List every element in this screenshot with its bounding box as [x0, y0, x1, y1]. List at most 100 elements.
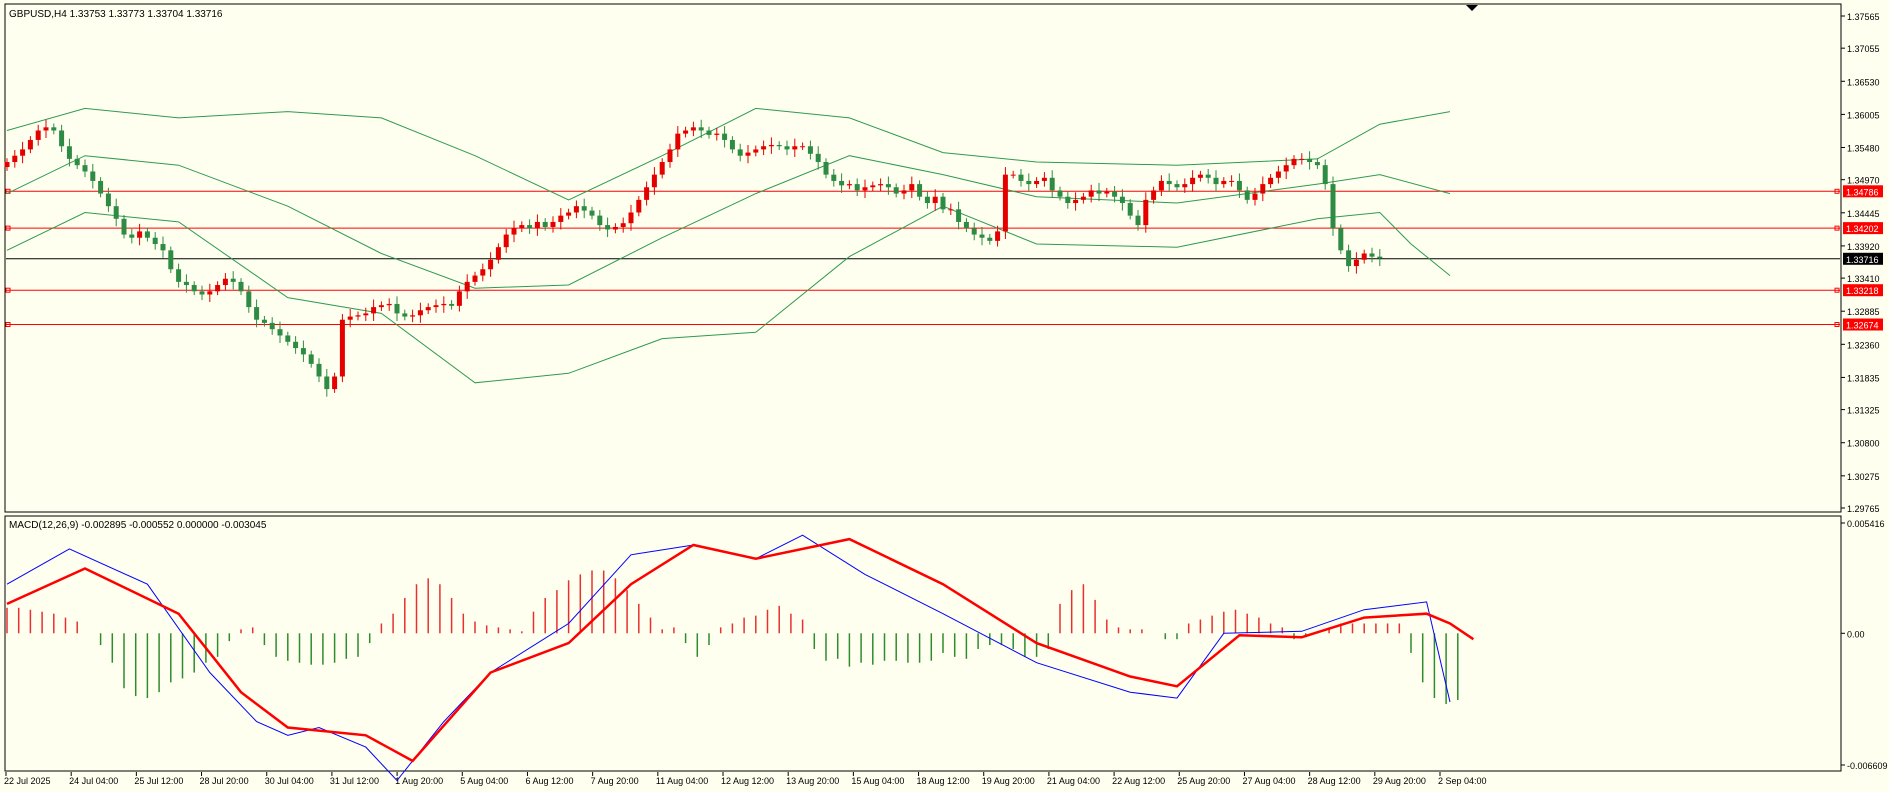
bull-candle [1197, 174, 1203, 178]
bull-candle [550, 221, 556, 227]
bear-candle [160, 244, 166, 251]
price-tick-label: 1.34445 [1847, 209, 1880, 219]
bull-candle [519, 225, 525, 229]
bull-candle [222, 278, 228, 286]
bear-candle [1026, 180, 1032, 185]
bull-candle [612, 226, 618, 230]
bull-candle [339, 319, 345, 377]
macd-header: MACD(12,26,9) -0.002895 -0.000552 0.0000… [9, 520, 267, 531]
bull-candle [1268, 177, 1274, 185]
bear-candle [956, 209, 962, 222]
bull-candle [1361, 253, 1367, 260]
bull-candle [1002, 174, 1008, 232]
price-tick-label: 1.33410 [1847, 274, 1880, 284]
bear-candle [277, 329, 283, 336]
bear-candle [238, 281, 244, 292]
bull-candle [620, 223, 626, 227]
bear-candle [807, 146, 813, 154]
bear-candle [144, 231, 150, 238]
bear-candle [963, 221, 969, 229]
bull-candle [1229, 180, 1235, 182]
bull-candle [1088, 190, 1094, 197]
bear-candle [698, 127, 704, 131]
bull-candle [768, 144, 774, 147]
bull-candle [573, 206, 579, 213]
bull-candle [714, 133, 720, 135]
bull-candle [1275, 171, 1281, 178]
price-tick-label: 1.30800 [1847, 439, 1880, 449]
bull-candle [675, 133, 681, 150]
bear-candle [246, 291, 252, 308]
bull-candle [378, 305, 384, 308]
bull-candle [792, 146, 798, 150]
price-tick-label: 1.34970 [1847, 176, 1880, 186]
bear-candle [269, 322, 275, 330]
bull-candle [1260, 184, 1266, 194]
bear-candle [1307, 158, 1313, 163]
price-tick-label: 1.36005 [1847, 110, 1880, 120]
bull-candle [558, 215, 564, 222]
bull-candle [207, 291, 213, 295]
price-label-text: 1.33716 [1846, 255, 1879, 265]
bear-candle [1322, 165, 1328, 185]
bull-candle [332, 376, 338, 390]
bull-candle [472, 275, 478, 282]
bull-candle [862, 187, 868, 191]
bull-candle [690, 127, 696, 131]
bear-candle [1174, 184, 1180, 188]
bear-candle [1057, 190, 1063, 197]
bull-candle [1291, 158, 1297, 166]
bear-candle [261, 319, 267, 323]
bull-candle [1221, 180, 1227, 185]
chart-canvas[interactable]: 1.37565 1.37055 1.36530 1.36005 1.35480 1.349… [0, 0, 1889, 792]
bear-candle [542, 221, 548, 227]
bull-candle [464, 281, 470, 292]
bull-candle [636, 199, 642, 213]
time-tick-label: 28 Jul 20:00 [200, 776, 249, 786]
time-tick-label: 15 Aug 04:00 [851, 776, 904, 786]
bull-candle [1190, 177, 1196, 185]
bull-candle [417, 310, 423, 316]
bull-candle [1283, 165, 1289, 172]
bear-candle [1112, 191, 1118, 197]
bull-candle [503, 234, 509, 248]
bull-candle [1041, 177, 1047, 181]
bear-candle [979, 234, 985, 238]
trading-chart-window: 1.37565 1.37055 1.36530 1.36005 1.35480 1.349… [0, 0, 1889, 792]
bear-candle [168, 250, 174, 270]
bear-candle [51, 127, 57, 131]
bull-candle [909, 184, 915, 191]
time-tick-label: 1 Aug 20:00 [395, 776, 443, 786]
time-tick-label: 6 Aug 12:00 [525, 776, 573, 786]
time-tick-label: 2 Sep 04:00 [1438, 776, 1487, 786]
bear-candle [316, 363, 322, 377]
time-tick-label: 28 Aug 12:00 [1308, 776, 1361, 786]
time-tick-label: 12 Aug 12:00 [721, 776, 774, 786]
bear-candle [1127, 203, 1133, 216]
bull-candle [1104, 191, 1110, 194]
price-label-text: 1.32674 [1846, 321, 1879, 331]
bull-candle [386, 303, 392, 306]
bull-candle [347, 316, 353, 320]
bear-candle [176, 269, 182, 282]
time-tick-label: 31 Jul 12:00 [330, 776, 379, 786]
bull-candle [215, 285, 221, 292]
bear-candle [589, 210, 595, 216]
bear-candle [152, 237, 158, 245]
bull-candle [410, 315, 416, 317]
bear-candle [605, 225, 611, 230]
time-tick-label: 29 Aug 20:00 [1373, 776, 1426, 786]
bull-candle [20, 149, 26, 156]
bull-candle [1080, 196, 1086, 200]
bear-candle [113, 206, 119, 219]
bear-candle [924, 196, 930, 204]
bull-candle [495, 247, 501, 260]
bull-candle [35, 130, 41, 140]
time-tick-label: 5 Aug 04:00 [460, 776, 508, 786]
bear-candle [121, 218, 127, 235]
bear-candle [1346, 250, 1352, 267]
bull-candle [1151, 190, 1157, 200]
bull-candle [12, 155, 18, 163]
bull-candle [948, 209, 954, 211]
bull-candle [566, 212, 572, 216]
